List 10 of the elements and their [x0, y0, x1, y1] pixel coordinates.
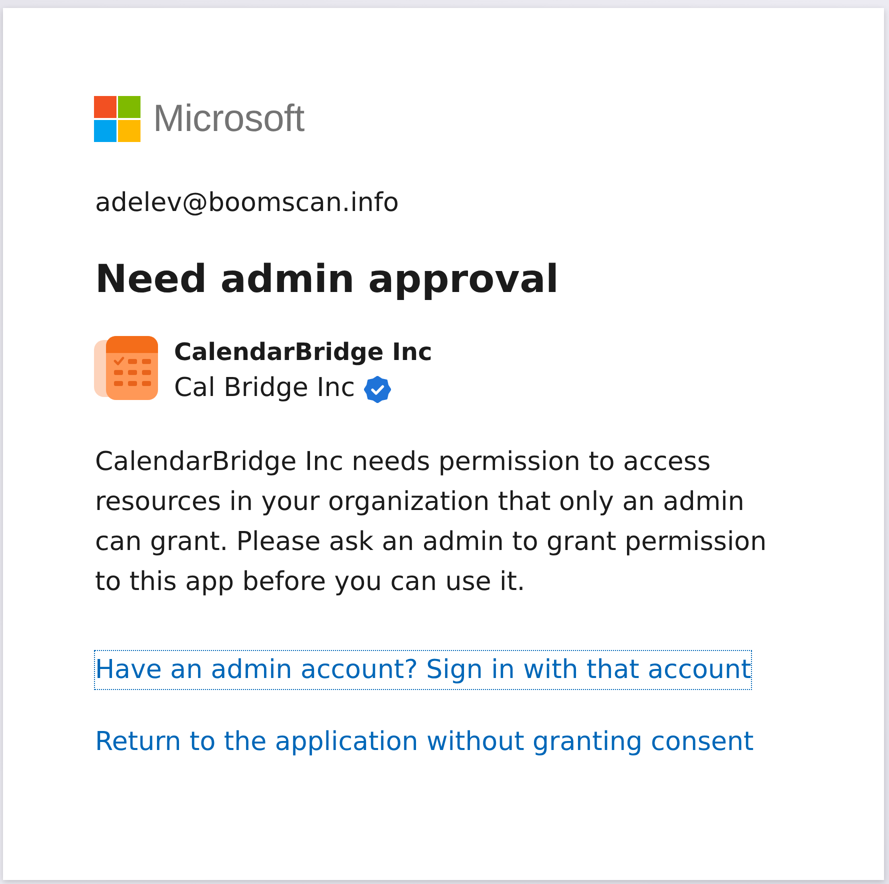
account-email: adelev@boomscan.info [95, 187, 399, 220]
four-squares-logo-icon [94, 96, 141, 142]
brand-name: Microsoft [153, 100, 304, 138]
calendar-icon [94, 336, 158, 401]
text-link[interactable]: Return to the application without granting consent [94, 722, 755, 762]
permission-message: CalendarBridge Inc needs permission to access resources in your organization that only an admin can grant. Please ask an admin to grant permission to this app before you can use it. [95, 446, 768, 599]
page-title: Need admin approval [95, 256, 559, 304]
app-name: CalendarBridge Inc [174, 337, 432, 368]
text-link[interactable]: Have an admin account? Sign in with that account [94, 650, 752, 690]
publisher-name: Cal Bridge Inc [174, 372, 356, 405]
